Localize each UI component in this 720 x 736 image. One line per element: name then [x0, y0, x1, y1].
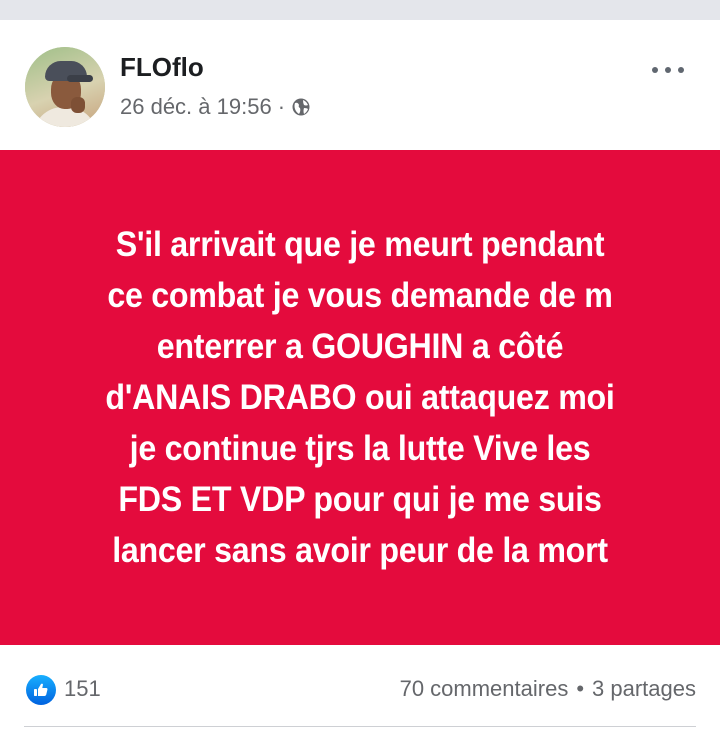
post-date[interactable]: 26 déc. à 19:56 [120, 94, 272, 120]
comments-count[interactable]: 70 commentaires [400, 676, 569, 702]
post-footer: 151 70 commentaires • 3 partages [0, 648, 720, 736]
post-header: FLOflo 26 déc. à 19:56 · [0, 20, 720, 148]
reaction-count[interactable]: 151 [64, 676, 101, 702]
stats-separator: • [576, 676, 585, 701]
post-meta: 26 déc. à 19:56 · [120, 94, 311, 120]
post-background: S'il arrivait que je meurt pendant ce co… [0, 150, 720, 645]
top-separator [0, 0, 720, 20]
meta-separator: · [277, 94, 286, 119]
post-text: S'il arrivait que je meurt pendant ce co… [105, 225, 615, 570]
globe-icon[interactable] [291, 97, 311, 117]
post-stats: 70 commentaires • 3 partages [400, 676, 696, 702]
divider [24, 726, 696, 727]
author-name[interactable]: FLOflo [120, 52, 204, 83]
like-icon[interactable] [26, 675, 56, 705]
avatar[interactable] [25, 47, 105, 127]
more-options-icon[interactable] [648, 60, 688, 80]
shares-count[interactable]: 3 partages [592, 676, 696, 702]
